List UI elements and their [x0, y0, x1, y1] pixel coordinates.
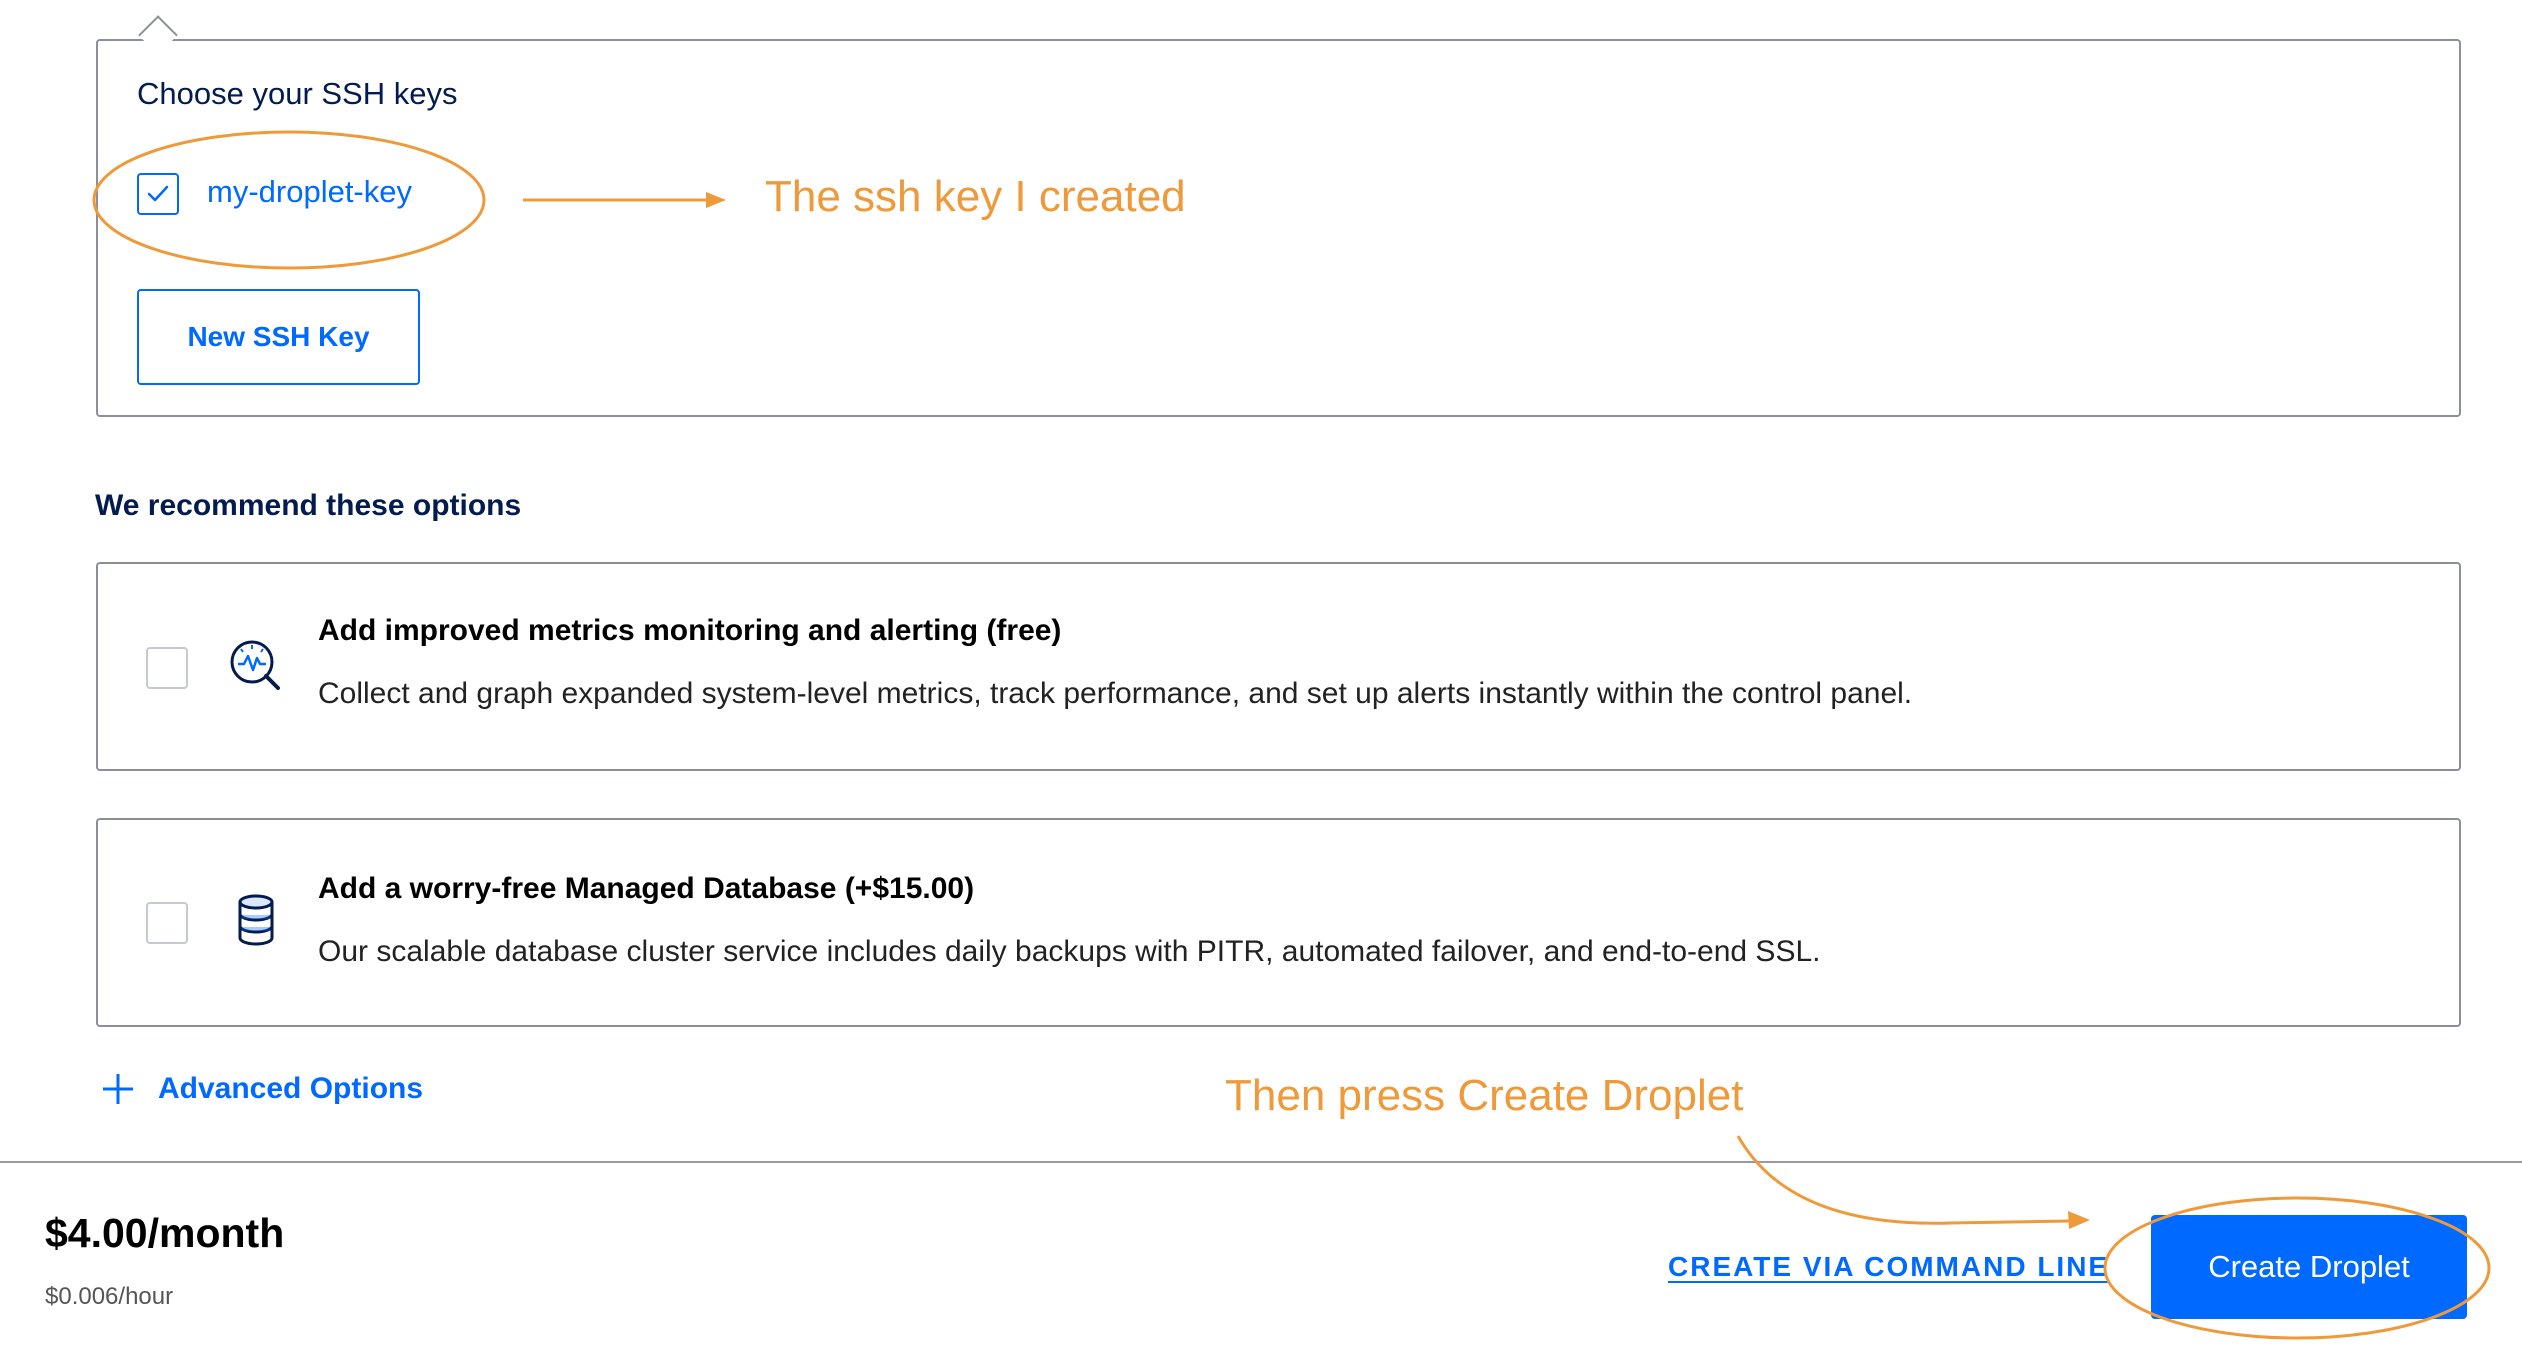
create-via-cli-link[interactable]: CREATE VIA COMMAND LINE [1668, 1251, 2109, 1283]
annotation-create-note: Then press Create Droplet [1225, 1071, 1744, 1120]
option-card-database[interactable]: Add a worry-free Managed Database (+$15.… [96, 818, 2461, 1027]
ssh-key-label[interactable]: my-droplet-key [207, 174, 412, 210]
metrics-icon [230, 640, 280, 690]
ssh-keys-title: Choose your SSH keys [137, 76, 458, 111]
plus-icon [103, 1074, 133, 1104]
price-monthly: $4.00/month [45, 1210, 285, 1256]
ssh-key-checkbox[interactable] [137, 173, 179, 215]
annotation-ssh-note: The ssh key I created [765, 172, 1186, 221]
advanced-options-toggle[interactable]: Advanced Options [100, 1071, 423, 1107]
new-ssh-key-button[interactable]: New SSH Key [137, 289, 420, 385]
checkmark-icon [147, 185, 169, 202]
create-droplet-button[interactable]: Create Droplet [2151, 1215, 2467, 1319]
database-description: Our scalable database cluster service in… [318, 935, 1821, 968]
monitoring-description: Collect and graph expanded system-level … [318, 677, 1913, 710]
advanced-options-label: Advanced Options [158, 1072, 424, 1105]
footer-divider [0, 1161, 2522, 1163]
database-checkbox[interactable] [146, 902, 188, 944]
option-card-monitoring[interactable]: Add improved metrics monitoring and aler… [96, 562, 2461, 771]
droplet-create-page: Choose your SSH keys my-droplet-key New … [0, 0, 2522, 1368]
database-icon [238, 894, 274, 946]
database-title: Add a worry-free Managed Database (+$15.… [318, 872, 975, 905]
monitoring-title: Add improved metrics monitoring and aler… [318, 614, 1062, 647]
annotation-arrow-create [1736, 1135, 2090, 1229]
monitoring-checkbox[interactable] [146, 647, 188, 689]
recommend-title: We recommend these options [95, 489, 522, 522]
price-hourly: $0.006/hour [45, 1283, 174, 1310]
